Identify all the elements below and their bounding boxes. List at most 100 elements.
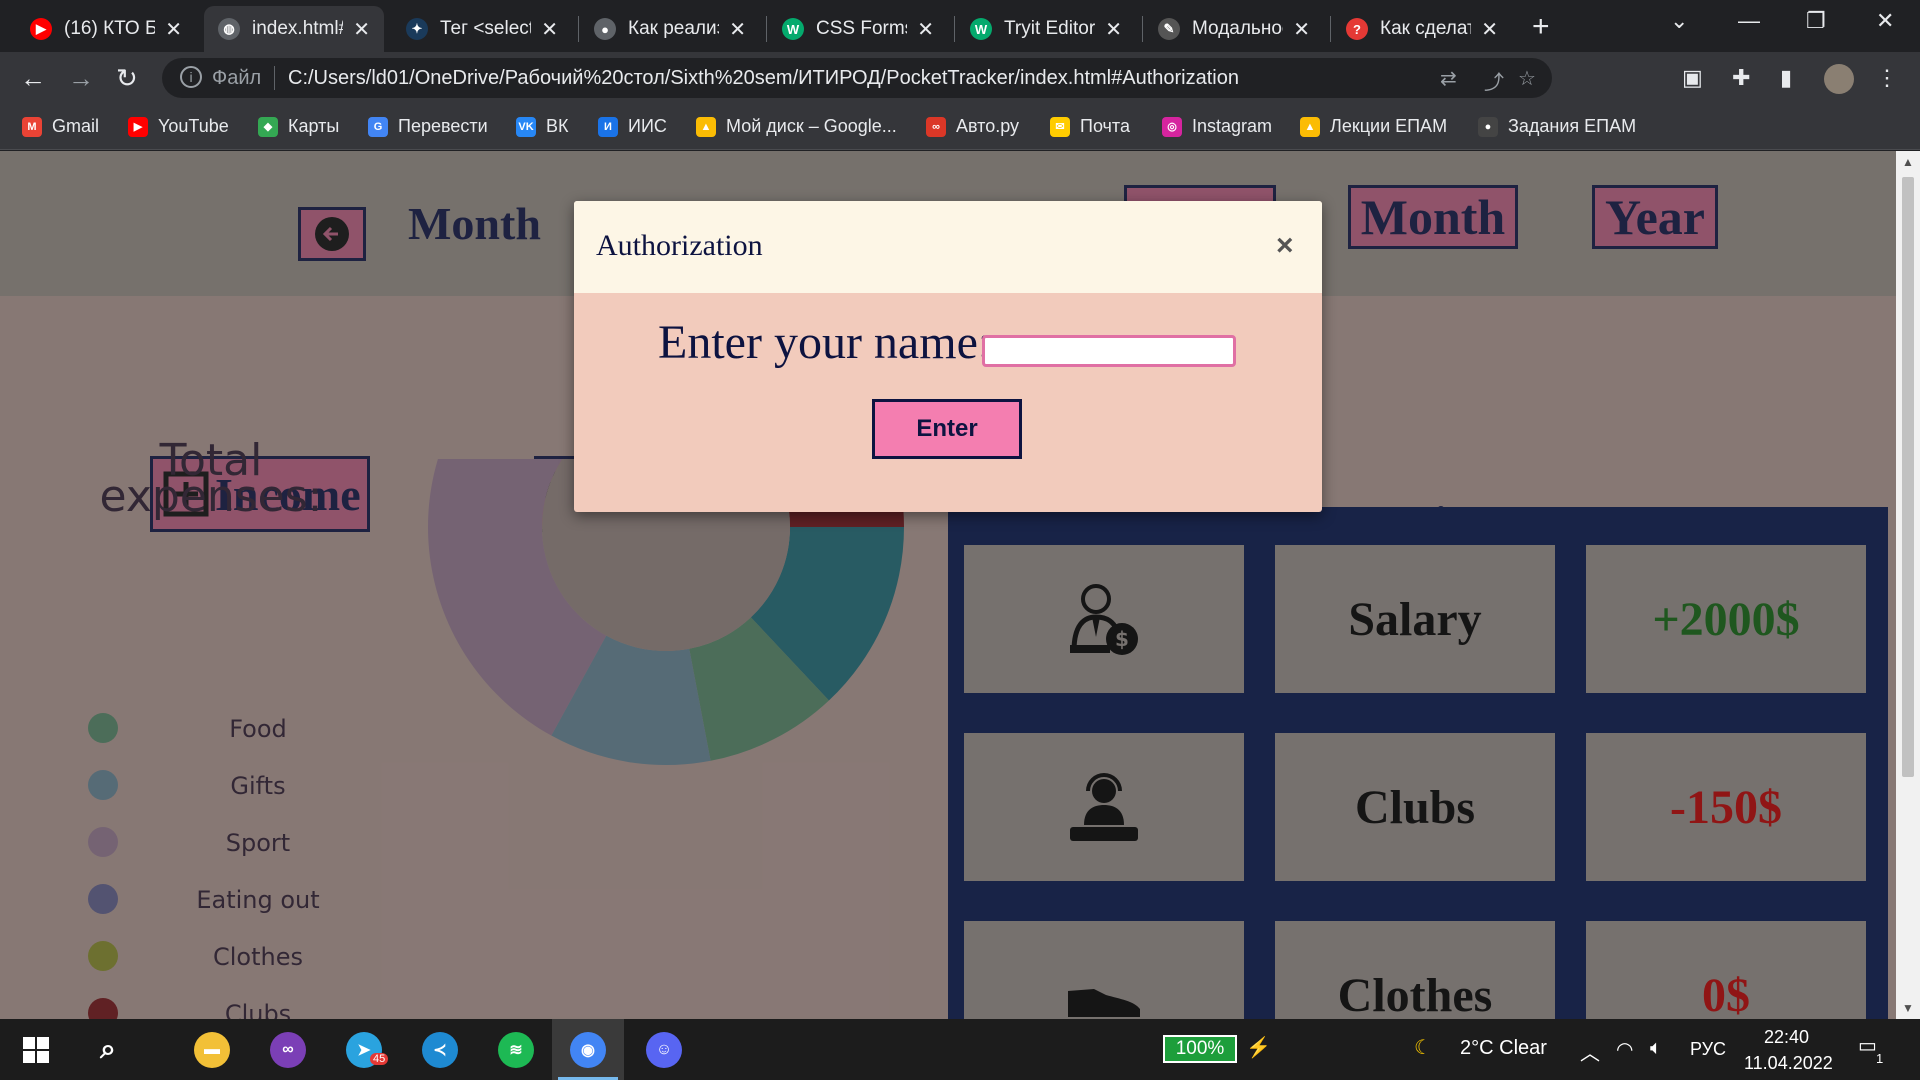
- clock-time[interactable]: 22:40: [1764, 1027, 1809, 1048]
- battery-indicator[interactable]: 100%: [1163, 1035, 1237, 1063]
- tab-search-icon[interactable]: ⌄: [1670, 8, 1688, 34]
- bookmark-item[interactable]: ◆ Карты: [258, 116, 339, 137]
- puzzle-icon[interactable]: ✚: [1732, 65, 1750, 91]
- browser-tab[interactable]: ● Как реализ ✕: [580, 6, 760, 52]
- bookmark-item[interactable]: ✉ Почта: [1050, 116, 1130, 137]
- share-icon[interactable]: ⤴: [1484, 66, 1504, 95]
- tab-close-icon[interactable]: ✕: [1481, 17, 1498, 42]
- browser-tab[interactable]: ✎ Модальное ✕: [1144, 6, 1324, 52]
- browser-tab[interactable]: W CSS Forms ✕: [768, 6, 948, 52]
- scroll-up-icon[interactable]: ▲: [1902, 155, 1914, 169]
- url-text[interactable]: C:/Users/ld01/OneDrive/Рабочий%20стол/Si…: [288, 67, 1239, 90]
- volume-icon[interactable]: 🔈︎: [1650, 1037, 1662, 1060]
- taskbar-app[interactable]: ➤ 45: [328, 1019, 400, 1080]
- translate-icon[interactable]: ⇄: [1440, 66, 1457, 91]
- autoru-icon: ∞: [926, 116, 946, 137]
- language-indicator[interactable]: РУС: [1690, 1039, 1726, 1060]
- tab-close-icon[interactable]: ✕: [353, 17, 370, 42]
- youtube-icon: ▶: [128, 116, 148, 137]
- name-input[interactable]: [982, 335, 1236, 367]
- clock-date[interactable]: 11.04.2022: [1744, 1053, 1833, 1074]
- taskbar-app[interactable]: ▬: [176, 1019, 248, 1080]
- back-icon[interactable]: ←: [20, 63, 46, 94]
- bookmarks-bar: M Gmail ▶ YouTube ◆ Карты G Перевести VK ВК И ИИС ▲ М…: [0, 104, 1920, 150]
- wifi-icon[interactable]: ◠: [1616, 1037, 1633, 1062]
- tab-close-icon[interactable]: ✕: [541, 17, 558, 42]
- tab-close-icon[interactable]: ✕: [729, 17, 746, 42]
- notifications-count: 1: [1876, 1051, 1884, 1066]
- instagram-icon: ◎: [1162, 116, 1182, 137]
- bookmark-item[interactable]: И ИИС: [598, 116, 667, 137]
- reload-icon[interactable]: ↻: [116, 63, 138, 94]
- menu-icon[interactable]: ⋮: [1876, 65, 1898, 91]
- page-scrollbar[interactable]: ▲ ▼: [1896, 151, 1920, 1019]
- tab-close-icon[interactable]: ✕: [165, 17, 182, 42]
- chevron-up-icon[interactable]: ︿: [1580, 1037, 1600, 1066]
- mail-icon: ✉: [1050, 116, 1070, 137]
- bookmark-label: Авто.ру: [956, 116, 1020, 136]
- taskbar-app[interactable]: ☺: [628, 1019, 700, 1080]
- github-icon: ●: [594, 18, 616, 40]
- scrollbar-thumb[interactable]: [1902, 177, 1914, 777]
- bookmark-item[interactable]: ▶ YouTube: [128, 116, 229, 137]
- bookmark-label: ВК: [546, 116, 569, 136]
- moon-icon: ☾: [1414, 1037, 1432, 1059]
- enter-button[interactable]: Enter: [872, 399, 1022, 459]
- tab-close-icon[interactable]: ✕: [917, 17, 934, 42]
- address-bar[interactable]: i Файл C:/Users/ld01/OneDrive/Рабочий%20…: [162, 58, 1552, 98]
- browser-tab[interactable]: ? Как сделать ✕: [1332, 6, 1512, 52]
- bookmark-item[interactable]: M Gmail: [22, 116, 99, 137]
- power-plug-icon: ⚡: [1246, 1037, 1271, 1059]
- browser-tab[interactable]: ✦ Тег <select ✕: [392, 6, 572, 52]
- bookmark-star-icon[interactable]: ☆: [1518, 66, 1536, 91]
- site-icon: И: [598, 116, 618, 137]
- w3schools-icon: W: [970, 18, 992, 40]
- bookmark-label: Перевести: [398, 116, 488, 136]
- restore-icon[interactable]: ❐: [1806, 8, 1826, 34]
- bookmark-item[interactable]: ▲ Мой диск – Google...: [696, 116, 897, 137]
- site-icon: ✎: [1158, 18, 1180, 40]
- forward-icon[interactable]: →: [68, 63, 94, 94]
- bookmark-item[interactable]: VK ВК: [516, 116, 569, 137]
- weather-text[interactable]: 2°C Clear: [1460, 1037, 1547, 1060]
- bookmark-item[interactable]: ● Задания ЕПАМ: [1478, 116, 1636, 137]
- spotify-icon: ≋: [498, 1031, 534, 1068]
- tab-divider: [954, 16, 955, 42]
- tab-close-icon[interactable]: ✕: [1105, 17, 1122, 42]
- bookmark-item[interactable]: ◎ Instagram: [1162, 116, 1272, 137]
- bookmark-item[interactable]: ▲ Лекции ЕПАМ: [1300, 116, 1447, 137]
- new-tab-button[interactable]: +: [1532, 10, 1550, 44]
- bookmark-item[interactable]: G Перевести: [368, 116, 488, 137]
- site-info-icon[interactable]: i: [180, 66, 202, 88]
- taskbar-app[interactable]: ≺: [404, 1019, 476, 1080]
- taskbar-app[interactable]: ≋: [480, 1019, 552, 1080]
- start-button[interactable]: [0, 1019, 72, 1080]
- browser-tab[interactable]: W Tryit Editor ✕: [956, 6, 1136, 52]
- drive-icon: ▲: [1300, 116, 1320, 137]
- tab-title: Tryit Editor: [1004, 18, 1096, 39]
- extension-icon[interactable]: ▣: [1682, 65, 1703, 91]
- divider: [274, 66, 275, 90]
- browser-tab[interactable]: ▶ (16) КТО Бь ✕: [16, 6, 196, 52]
- tab-close-icon[interactable]: ✕: [1293, 17, 1310, 42]
- minimize-icon[interactable]: —: [1738, 8, 1760, 34]
- taskbar-app[interactable]: ◉: [552, 1019, 624, 1080]
- globe-icon: ◍: [218, 18, 240, 40]
- close-window-icon[interactable]: ✕: [1876, 8, 1894, 34]
- windows-logo-icon: [23, 1036, 49, 1063]
- side-panel-icon[interactable]: ▮: [1780, 65, 1792, 91]
- translate-icon: G: [368, 116, 388, 137]
- bookmark-item[interactable]: ∞ Авто.ру: [926, 116, 1019, 137]
- taskbar-app[interactable]: ⌕: [72, 1019, 144, 1080]
- scroll-down-icon[interactable]: ▼: [1902, 1001, 1914, 1015]
- close-icon[interactable]: ×: [1276, 229, 1294, 263]
- name-label: Enter your name:: [658, 316, 992, 369]
- search-icon: ⌕: [100, 1033, 116, 1064]
- profile-avatar[interactable]: [1824, 64, 1854, 94]
- windows-taskbar: ⌕ ▬ ∞ ➤ 45 ≺ ≋ ◉ ☺ 100% ⚡ ☾ 2°C Clear ︿ ◠ 🔈︎ РУС…: [0, 1019, 1920, 1080]
- taskbar-app[interactable]: ∞: [252, 1019, 324, 1080]
- notifications-icon[interactable]: ▭: [1858, 1033, 1877, 1058]
- question-icon: ?: [1346, 18, 1368, 40]
- w3schools-icon: W: [782, 18, 804, 40]
- browser-tab[interactable]: ◍ index.html# ✕: [204, 6, 384, 52]
